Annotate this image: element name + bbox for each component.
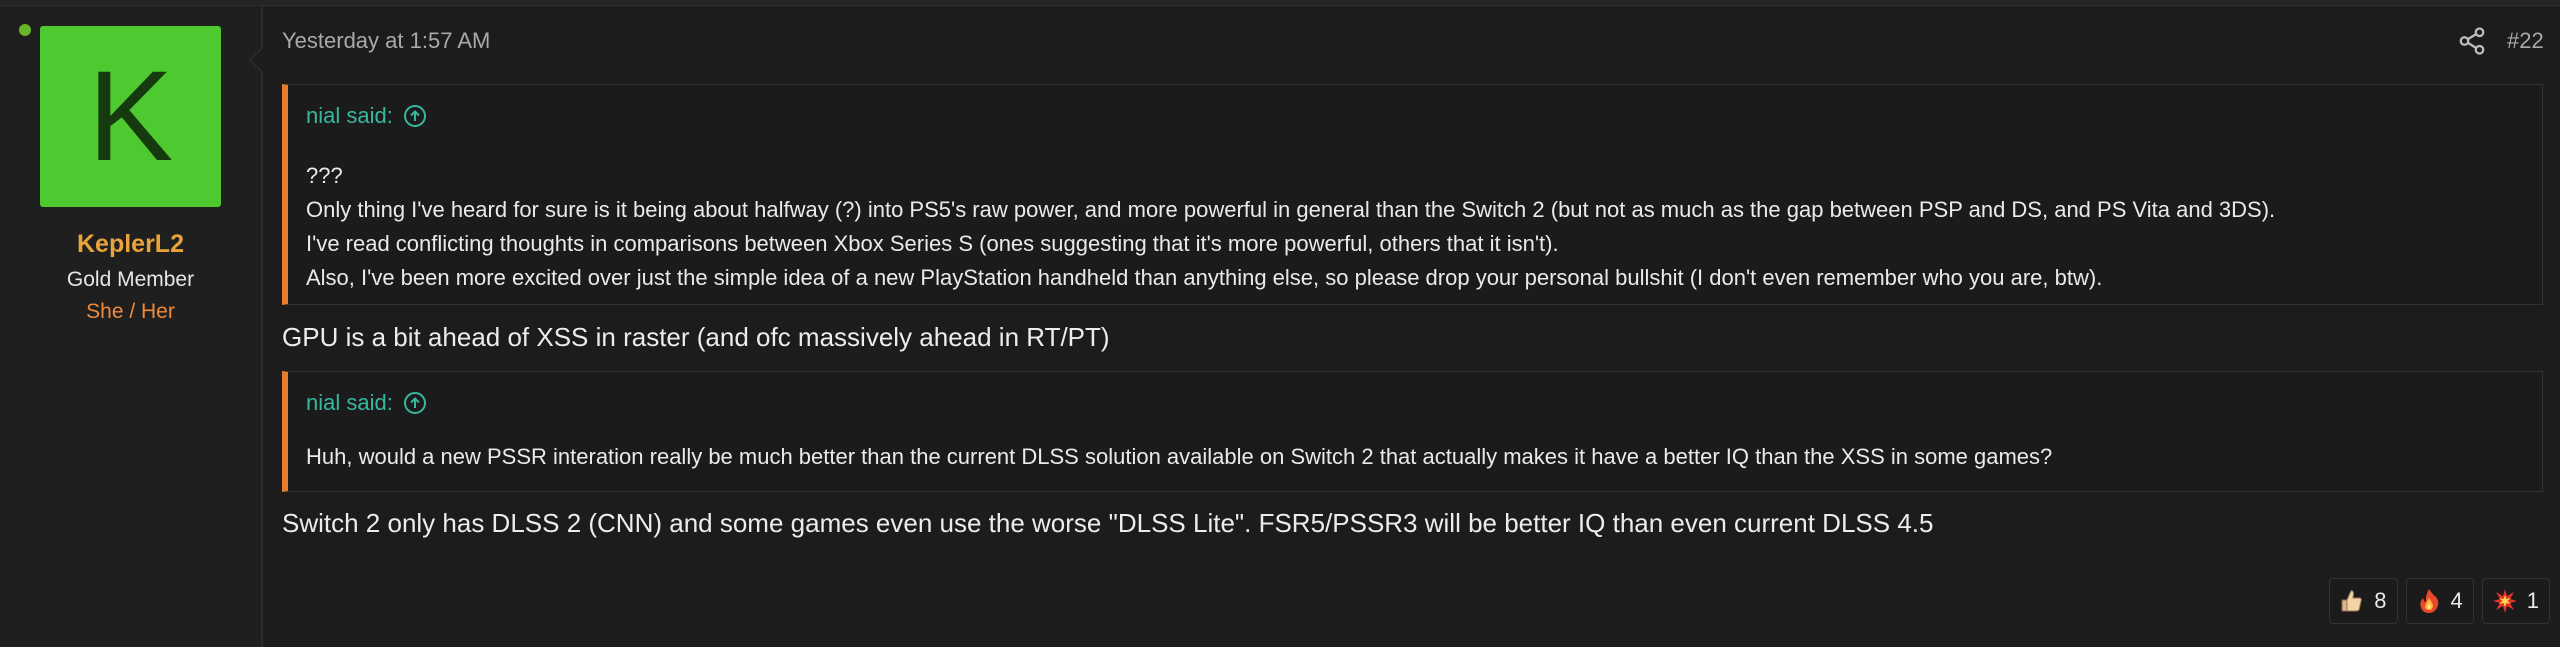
post-content: Yesterday at 1:57 AM #22 nial said: ??? … — [282, 6, 2550, 647]
username[interactable]: KeplerL2 — [0, 230, 261, 259]
quote-author[interactable]: nial said: — [306, 103, 393, 129]
quote-text: Huh, would a new PSSR interation really … — [306, 440, 2052, 474]
user-title: Gold Member — [66, 268, 195, 291]
quote-attribution[interactable]: nial said: — [306, 103, 427, 129]
quote-block: nial said: Huh, would a new PSSR interat… — [282, 371, 2543, 492]
quote-line: I've read conflicting thoughts in compar… — [306, 231, 1559, 256]
quote-line: Only thing I've heard for sure is it bei… — [306, 197, 2276, 222]
reaction-fire[interactable]: 4 — [2405, 578, 2474, 624]
reaction-count: 1 — [2526, 588, 2539, 613]
jump-to-quote-icon[interactable] — [403, 104, 427, 128]
reaction-thumbs-up[interactable]: 8 — [2329, 578, 2398, 624]
quote-line: ??? — [306, 163, 343, 188]
forum-post: K KeplerL2 Gold Member She / Her Yesterd… — [0, 6, 2560, 647]
reply-paragraph: GPU is a bit ahead of XSS in raster (and… — [282, 322, 1110, 352]
quote-line: Huh, would a new PSSR interation really … — [306, 444, 2053, 469]
explosion-icon — [2492, 589, 2517, 613]
post-number-link[interactable]: #22 — [2507, 28, 2544, 54]
quote-block: nial said: ??? Only thing I've heard for… — [282, 84, 2543, 305]
thumbs-up-icon — [2341, 590, 2363, 612]
reaction-count: 8 — [2374, 588, 2387, 613]
user-info-pane: K KeplerL2 Gold Member She / Her — [0, 6, 263, 647]
quote-text: ??? Only thing I've heard for sure is it… — [306, 159, 2275, 295]
avatar-letter: K — [87, 45, 174, 188]
fire-icon — [2419, 589, 2438, 613]
quote-line: Also, I've been more excited over just t… — [306, 265, 2103, 290]
user-pronouns: She / Her — [86, 300, 175, 323]
avatar[interactable]: K — [40, 26, 221, 207]
reaction-bar: 8 4 1 — [2329, 578, 2550, 624]
quote-author[interactable]: nial said: — [306, 390, 393, 416]
quote-attribution[interactable]: nial said: — [306, 390, 427, 416]
share-icon[interactable] — [2457, 26, 2487, 56]
online-status-indicator — [16, 21, 34, 39]
reaction-count: 4 — [2450, 588, 2463, 613]
reply-paragraph: Switch 2 only has DLSS 2 (CNN) and some … — [282, 508, 1934, 538]
message-pointer-inner — [251, 48, 263, 72]
post-date[interactable]: Yesterday at 1:57 AM — [282, 28, 490, 54]
reaction-explosion[interactable]: 1 — [2481, 578, 2550, 624]
jump-to-quote-icon[interactable] — [403, 391, 427, 415]
